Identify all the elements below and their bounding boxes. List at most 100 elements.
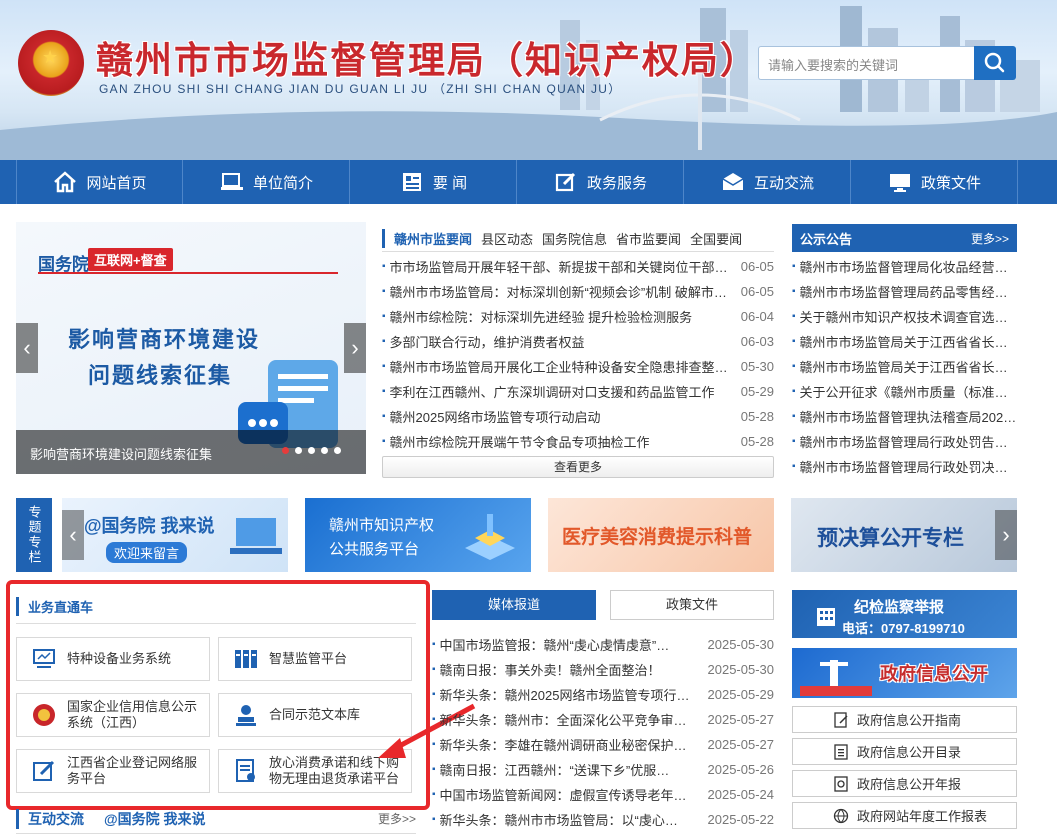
tab-state-council[interactable]: 国务院信息 bbox=[542, 229, 607, 248]
nav-about[interactable]: 单位简介 bbox=[183, 160, 350, 204]
banner-line2: 公共服务平台 bbox=[329, 541, 420, 558]
tab-province[interactable]: 省市监要闻 bbox=[616, 229, 681, 248]
media-title[interactable]: 中国市场监管报：赣州“虔心虔情虔意”… bbox=[440, 635, 692, 654]
carousel-next-button[interactable]: › bbox=[344, 323, 366, 373]
notice-more-link[interactable]: 更多>> bbox=[971, 230, 1009, 247]
news-title[interactable]: 李利在江西赣州、广东深圳调研对口支援和药品监管工作 bbox=[390, 382, 728, 401]
bottom-more-link[interactable]: 更多>> bbox=[378, 810, 416, 827]
carousel-tag: 互联网+督查 bbox=[88, 248, 173, 271]
news-item[interactable]: ▪ 赣州市综检院开展端午节令食品专项抽检工作 05-28 bbox=[382, 429, 774, 454]
notice-item[interactable]: ▪ 赣州市市场监督管理局化妆品经营单… bbox=[792, 254, 1017, 279]
news-title[interactable]: 市市场监管局开展年轻干部、新提拔干部和关键岗位干部及… bbox=[390, 257, 728, 276]
bullet-icon: ▪ bbox=[792, 436, 796, 447]
media-item[interactable]: ▪ 中国市场监管报：赣州“虔心虔情虔意”… 2025-05-30 bbox=[432, 632, 774, 657]
carousel-caption[interactable]: 影响营商环境建设问题线索征集 bbox=[30, 444, 212, 463]
tab-gz-news[interactable]: 赣州市监要闻 bbox=[382, 229, 472, 248]
media-title[interactable]: 新华头条：赣州市市场监管局：以“虔心… bbox=[440, 810, 692, 829]
news-title[interactable]: 赣州2025网络市场监管专项行动启动 bbox=[390, 407, 728, 426]
media-item[interactable]: ▪ 新华头条：赣州市：全面深化公平竞争审… 2025-05-27 bbox=[432, 707, 774, 732]
notice-title-text[interactable]: 关于公开征求《赣州市质量（标准、… bbox=[800, 382, 1017, 401]
tab-gwy[interactable]: @国务院 我来说 bbox=[104, 809, 206, 829]
discipline-report-banner[interactable]: 纪检监察举报 电话：0797-8199710 bbox=[792, 590, 1017, 638]
media-title[interactable]: 新华头条：赣州市：全面深化公平竞争审… bbox=[440, 710, 692, 729]
tab-media-reports[interactable]: 媒体报道 bbox=[432, 590, 596, 620]
news-title[interactable]: 赣州市市场监管局：对标深圳创新“视频会诊”机制 破解市… bbox=[390, 282, 728, 301]
nav-services[interactable]: 政务服务 bbox=[517, 160, 684, 204]
notice-title-text[interactable]: 关于赣州市知识产权技术调查官选聘… bbox=[800, 307, 1017, 326]
banner-ip-service[interactable]: 赣州市知识产权 公共服务平台 bbox=[305, 498, 531, 572]
tab-national[interactable]: 全国要闻 bbox=[690, 229, 742, 248]
discipline-report-phone: 电话：0797-8199710 bbox=[842, 621, 965, 636]
special-topics-label: 专题专栏 bbox=[16, 498, 52, 572]
special-next-button[interactable]: › bbox=[995, 510, 1017, 560]
media-item[interactable]: ▪ 赣南日报：江西赣州：“送课下乡”优服… 2025-05-26 bbox=[432, 757, 774, 782]
nav-home[interactable]: 网站首页 bbox=[16, 160, 183, 204]
media-item[interactable]: ▪ 新华头条：赣州市市场监管局：以“虔心… 2025-05-22 bbox=[432, 807, 774, 832]
banner-cosmetic-medicine[interactable]: 医疗美容消费提示科普 bbox=[548, 498, 774, 572]
news-item[interactable]: ▪ 赣州市市场监管局：对标深圳创新“视频会诊”机制 破解市… 06-05 bbox=[382, 279, 774, 304]
carousel-dot[interactable] bbox=[334, 447, 341, 454]
tab-interaction[interactable]: 互动交流 bbox=[16, 808, 84, 829]
gov-link-catalog[interactable]: 政府信息公开目录 bbox=[792, 738, 1017, 765]
special-prev-button[interactable]: ‹ bbox=[62, 510, 84, 560]
carousel-dot[interactable] bbox=[282, 447, 289, 454]
notice-title-text[interactable]: 赣州市市场监督管理局行政处罚决定… bbox=[800, 457, 1017, 476]
carousel-prev-button[interactable]: ‹ bbox=[16, 323, 38, 373]
search-input[interactable]: 请输入要搜索的关键词 bbox=[758, 46, 974, 80]
news-item[interactable]: ▪ 赣州2025网络市场监管专项行动启动 05-28 bbox=[382, 404, 774, 429]
notice-title-text[interactable]: 赣州市市场监督管理执法稽查局202… bbox=[800, 407, 1017, 426]
media-item[interactable]: ▪ 中国市场监管新闻网：虚假宣传诱导老年… 2025-05-24 bbox=[432, 782, 774, 807]
banner-budget[interactable]: 预决算公开专栏 bbox=[791, 498, 1017, 572]
nav-interaction[interactable]: 互动交流 bbox=[684, 160, 851, 204]
notice-title-text[interactable]: 赣州市市场监管局关于江西省省长质… bbox=[800, 357, 1017, 376]
gov-link-guide[interactable]: 政府信息公开指南 bbox=[792, 706, 1017, 733]
carousel-dot[interactable] bbox=[321, 447, 328, 454]
nav-news[interactable]: 要 闻 bbox=[350, 160, 517, 204]
news-title[interactable]: 赣州市市场监管局开展化工企业特种设备安全隐患排查整治… bbox=[390, 357, 728, 376]
notice-item[interactable]: ▪ 赣州市市场监管局关于江西省省长质… bbox=[792, 329, 1017, 354]
media-title[interactable]: 新华头条：赣州2025网络市场监管专项行… bbox=[440, 685, 692, 704]
news-title[interactable]: 赣州市综检院开展端午节令食品专项抽检工作 bbox=[390, 432, 728, 451]
notice-item[interactable]: ▪ 关于赣州市知识产权技术调查官选聘… bbox=[792, 304, 1017, 329]
notice-title-text[interactable]: 赣州市市场监管局关于江西省省长质… bbox=[800, 332, 1017, 351]
media-title[interactable]: 赣南日报：事关外卖！赣州全面整治！ bbox=[440, 660, 692, 679]
news-item[interactable]: ▪ 李利在江西赣州、广东深圳调研对口支援和药品监管工作 05-29 bbox=[382, 379, 774, 404]
notice-item[interactable]: ▪ 赣州市市场监督管理局行政处罚告知… bbox=[792, 429, 1017, 454]
banner-line1: 预决算公开专栏 bbox=[817, 527, 964, 550]
huabiao-pillar-icon bbox=[800, 660, 872, 696]
building-icon bbox=[817, 608, 835, 626]
gov-info-disclosure-banner[interactable]: 政府信息公开 bbox=[792, 648, 1017, 698]
notice-item[interactable]: ▪ 赣州市市场监督管理局药品零售经营… bbox=[792, 279, 1017, 304]
gov-link-annual-report[interactable]: 政府信息公开年报 bbox=[792, 770, 1017, 797]
news-item[interactable]: ▪ 赣州市综检院：对标深圳先进经验 提升检验检测服务 06-04 bbox=[382, 304, 774, 329]
notice-item[interactable]: ▪ 赣州市市场监督管理局行政处罚决定… bbox=[792, 454, 1017, 479]
notice-title-text[interactable]: 赣州市市场监督管理局行政处罚告知… bbox=[800, 432, 1017, 451]
notice-title-text[interactable]: 赣州市市场监督管理局化妆品经营单… bbox=[800, 257, 1017, 276]
carousel-dot[interactable] bbox=[308, 447, 315, 454]
media-item[interactable]: ▪ 新华头条：李雄在赣州调研商业秘密保护… 2025-05-27 bbox=[432, 732, 774, 757]
news-item[interactable]: ▪ 多部门联合行动，维护消费者权益 06-03 bbox=[382, 329, 774, 354]
news-item[interactable]: ▪ 市市场监管局开展年轻干部、新提拔干部和关键岗位干部及… 06-05 bbox=[382, 254, 774, 279]
media-title[interactable]: 赣南日报：江西赣州：“送课下乡”优服… bbox=[440, 760, 692, 779]
news-more-button[interactable]: 查看更多 bbox=[382, 456, 774, 478]
media-item[interactable]: ▪ 赣南日报：事关外卖！赣州全面整治！ 2025-05-30 bbox=[432, 657, 774, 682]
notice-item[interactable]: ▪ 关于公开征求《赣州市质量（标准、… bbox=[792, 379, 1017, 404]
media-title[interactable]: 新华头条：李雄在赣州调研商业秘密保护… bbox=[440, 735, 692, 754]
tab-policy-files[interactable]: 政策文件 bbox=[610, 590, 774, 620]
notice-item[interactable]: ▪ 赣州市市场监督管理执法稽查局202… bbox=[792, 404, 1017, 429]
news-title[interactable]: 多部门联合行动，维护消费者权益 bbox=[390, 332, 728, 351]
news-title[interactable]: 赣州市综检院：对标深圳先进经验 提升检验检测服务 bbox=[390, 307, 728, 326]
banner-line2: 欢迎来留言 bbox=[106, 542, 188, 563]
notice-list: ▪ 赣州市市场监督管理局化妆品经营单… ▪ 赣州市市场监督管理局药品零售经营… ▪ 关… bbox=[792, 254, 1017, 479]
search-button[interactable] bbox=[974, 46, 1016, 80]
notice-title-text[interactable]: 赣州市市场监督管理局药品零售经营… bbox=[800, 282, 1017, 301]
nav-policy[interactable]: 政策文件 bbox=[851, 160, 1018, 204]
media-title[interactable]: 中国市场监管新闻网：虚假宣传诱导老年… bbox=[440, 785, 692, 804]
media-item[interactable]: ▪ 新华头条：赣州2025网络市场监管专项行… 2025-05-29 bbox=[432, 682, 774, 707]
tab-county[interactable]: 县区动态 bbox=[481, 229, 533, 248]
banner-gwy[interactable]: @国务院 我来说 欢迎来留言 bbox=[62, 498, 288, 572]
notice-item[interactable]: ▪ 赣州市市场监管局关于江西省省长质… bbox=[792, 354, 1017, 379]
news-item[interactable]: ▪ 赣州市市场监管局开展化工企业特种设备安全隐患排查整治… 05-30 bbox=[382, 354, 774, 379]
gov-link-website-report[interactable]: 政府网站年度工作报表 bbox=[792, 802, 1017, 829]
carousel-dot[interactable] bbox=[295, 447, 302, 454]
